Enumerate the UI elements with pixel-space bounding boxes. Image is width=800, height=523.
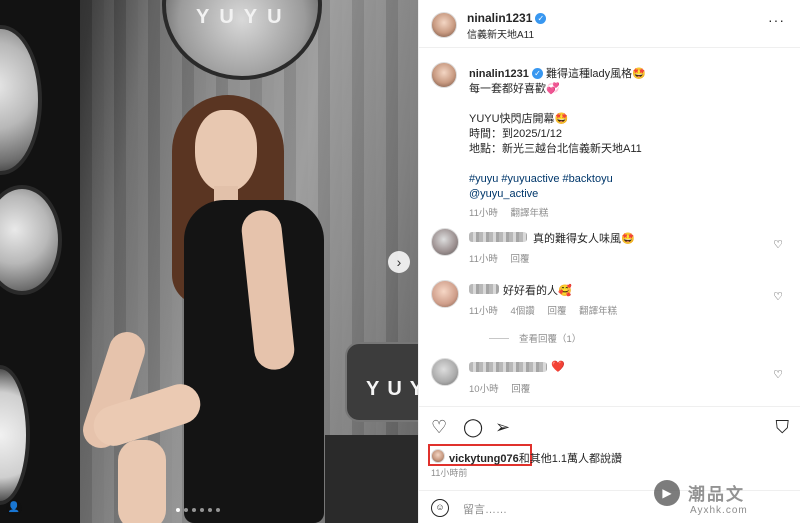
comment-time: 11小時: [469, 254, 498, 265]
heart-icon[interactable]: ♡: [773, 368, 783, 381]
caption-line: 時間：到2025/1/12: [469, 128, 562, 140]
watermark-play-icon: ▶: [654, 480, 680, 506]
comment-text: 好好看的人🥰: [503, 285, 572, 297]
next-photo-chevron-icon[interactable]: ›: [388, 251, 410, 273]
caption-line: 每一套都好喜歡💞: [469, 83, 560, 95]
comment-input[interactable]: 留言……: [463, 501, 507, 517]
bookmark-icon[interactable]: ⛉: [776, 417, 790, 437]
carousel-dot: [216, 508, 220, 512]
comment-text: 真的難得女人味風🤩: [533, 233, 635, 245]
likes-rest[interactable]: 和其他1.1萬人都說讚: [519, 453, 622, 465]
likes-summary: vickytung076和其他1.1萬人都說讚: [428, 444, 791, 468]
heart-icon[interactable]: ♡: [773, 238, 783, 251]
commenter-avatar[interactable]: [431, 228, 459, 256]
user-tag-icon[interactable]: 👤: [6, 500, 22, 516]
comment-time: 11小時: [469, 306, 498, 317]
heart-icon[interactable]: ♡: [773, 290, 783, 303]
author-username-text[interactable]: ninalin1231: [467, 11, 532, 25]
caption-line: YUYU快閃店開幕🤩: [469, 113, 569, 125]
carousel-dot: [184, 508, 188, 512]
action-bar: ♡ ◯ ➢ ⛉: [419, 406, 800, 446]
caption-line: 地點：新光三越台北信義新天地A11: [469, 143, 642, 155]
author-avatar[interactable]: [431, 62, 457, 88]
caption-mention[interactable]: @yuyu_active: [469, 187, 769, 202]
comment-text: ❤️: [551, 361, 565, 373]
caption-body: 每一套都好喜歡💞 YUYU快閃店開幕🤩 時間：到2025/1/12 地點：新光三…: [469, 82, 769, 221]
post-time-ago: 11小時前: [431, 468, 468, 478]
liker-username[interactable]: vickytung076: [449, 453, 519, 465]
caption-first-line: ninalin1231 ✓ 難得這種lady風格🤩: [469, 65, 646, 81]
verified-icon: ✓: [531, 68, 543, 79]
carousel-dot: [192, 508, 196, 512]
emoji-icon[interactable]: ☺: [431, 499, 449, 517]
carousel-dot: [200, 508, 204, 512]
reply-link[interactable]: 回覆: [547, 306, 566, 317]
caption-username[interactable]: ninalin1231: [469, 68, 529, 80]
comment-likes[interactable]: 4個讚: [511, 306, 535, 317]
post-sidebar: ninalin1231 ✓ 信義新天地A11 ··· ninalin1231 ✓ 難…: [418, 0, 800, 523]
translate-link[interactable]: 翻譯年糕: [579, 306, 617, 317]
post-location[interactable]: 信義新天地A11: [467, 26, 534, 41]
author-username[interactable]: ninalin1231 ✓: [467, 11, 547, 25]
comment-item: 真的難得女人味風🤩 11小時 回覆 ♡: [431, 228, 791, 268]
share-icon[interactable]: ➢: [495, 417, 510, 437]
comment-item: ❤️ 10小時 回覆 ♡: [431, 358, 791, 398]
blurred-username: [469, 362, 547, 372]
figure-leg: [118, 440, 166, 523]
caption-time: 11小時: [469, 208, 498, 219]
likes-text[interactable]: vickytung076和其他1.1萬人都說讚: [449, 450, 622, 466]
comment-meta: 11小時 4個讚 回覆 翻譯年糕: [469, 303, 627, 317]
caption-hashtags[interactable]: #yuyu #yuyuactive #backtoyu: [469, 172, 769, 187]
view-replies-link[interactable]: 查看回覆（1）: [489, 331, 581, 345]
store-sign-box-text: YUYU: [366, 378, 418, 400]
post-header: ninalin1231 ✓ 信義新天地A11 ···: [419, 0, 800, 48]
carousel-dot: [208, 508, 212, 512]
comment-item: 好好看的人🥰 11小時 4個讚 回覆 翻譯年糕 ♡: [431, 280, 791, 320]
figure-face: [195, 110, 257, 192]
blurred-username: [469, 232, 527, 242]
reply-link[interactable]: 回覆: [511, 384, 530, 395]
author-avatar[interactable]: [431, 12, 457, 38]
watermark-url: Ayxhk.com: [690, 505, 748, 516]
carousel-dots: [176, 508, 236, 514]
heart-icon[interactable]: ♡: [431, 417, 447, 437]
commenter-avatar[interactable]: [431, 280, 459, 308]
commenter-avatar[interactable]: [431, 358, 459, 386]
caption-first-text: 難得這種lady風格🤩: [545, 68, 646, 80]
comment-icon[interactable]: ◯: [463, 417, 483, 437]
blurred-username: [469, 284, 499, 294]
translate-link[interactable]: 翻譯年糕: [511, 208, 549, 219]
comment-meta: 11小時 回覆: [469, 251, 540, 265]
store-sign-top: YUYU: [196, 6, 292, 28]
reply-link[interactable]: 回覆: [511, 254, 530, 265]
caption-meta: 11小時 翻譯年糕: [469, 206, 769, 221]
verified-icon: ✓: [535, 13, 547, 24]
post-photo[interactable]: YUYU YUYU › 👤: [0, 0, 418, 523]
watermark-text: 潮品文: [688, 485, 745, 504]
carousel-dot: [176, 508, 180, 512]
more-icon[interactable]: ···: [768, 12, 785, 28]
comment-time: 10小時: [469, 384, 499, 395]
comment-meta: 10小時 回覆: [469, 381, 540, 395]
display-block: [325, 435, 418, 523]
